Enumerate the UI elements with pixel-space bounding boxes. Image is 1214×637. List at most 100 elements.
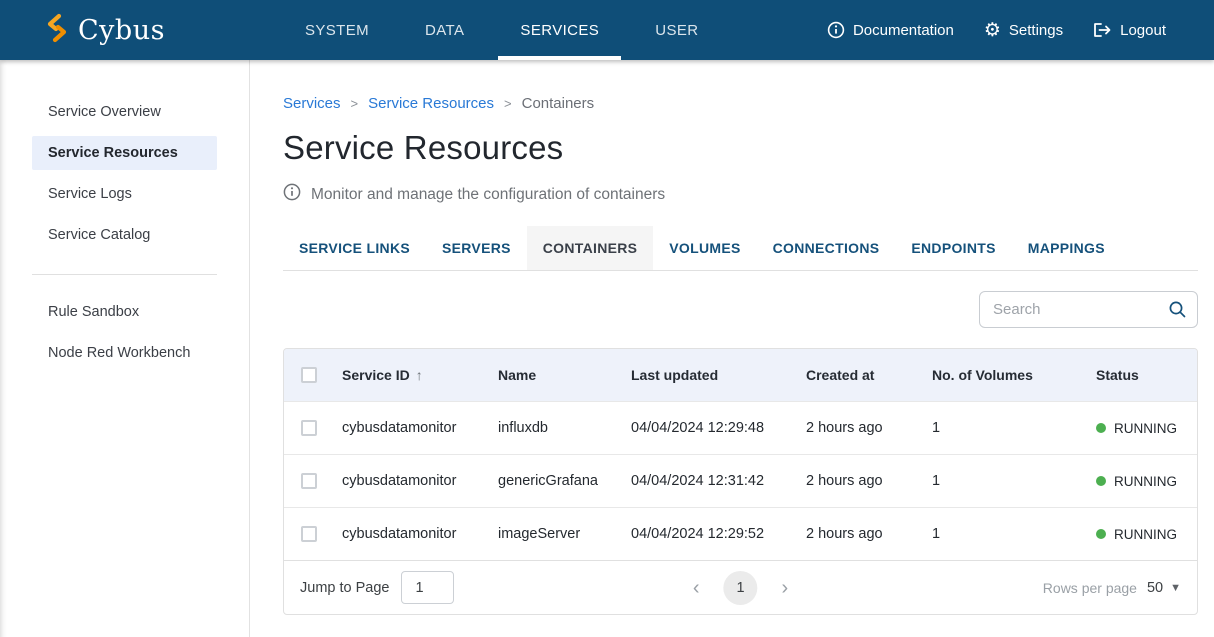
breadcrumb: Services > Service Resources > Container…: [283, 95, 1198, 112]
table-row[interactable]: cybusdatamonitor imageServer 04/04/2024 …: [284, 507, 1197, 560]
cell-last-updated: 04/04/2024 12:31:42: [631, 473, 806, 489]
table-footer: Jump to Page ‹ 1 › Rows per page 50 ▼: [284, 560, 1197, 614]
status-running-dot: [1096, 476, 1106, 486]
status-running-dot: [1096, 529, 1106, 539]
rows-per-page-label: Rows per page: [1043, 580, 1137, 596]
brand-name: Cybus: [78, 15, 165, 46]
cybus-logo-icon: [45, 13, 69, 48]
cell-status: RUNNING: [1096, 527, 1197, 542]
column-header-status[interactable]: Status: [1096, 367, 1197, 383]
column-header-last-updated[interactable]: Last updated: [631, 367, 806, 383]
status-label: RUNNING: [1114, 527, 1177, 542]
table-body: cybusdatamonitor influxdb 04/04/2024 12:…: [284, 401, 1197, 560]
column-header-volumes[interactable]: No. of Volumes: [932, 367, 1096, 383]
status-label: RUNNING: [1114, 421, 1177, 436]
top-navbar: Cybus SYSTEM DATA SERVICES USER Document…: [0, 0, 1214, 60]
breadcrumb-current: Containers: [522, 95, 595, 112]
cell-volumes: 1: [932, 420, 1096, 436]
main-content: Services > Service Resources > Container…: [250, 60, 1214, 637]
documentation-label: Documentation: [853, 22, 954, 39]
breadcrumb-separator: >: [504, 96, 512, 111]
breadcrumb-separator: >: [351, 96, 359, 111]
rows-per-page-group: Rows per page 50 ▼: [1043, 580, 1181, 596]
search-row: [283, 291, 1198, 328]
page-subtitle-row: Monitor and manage the configuration of …: [283, 183, 1198, 206]
tab-volumes[interactable]: VOLUMES: [653, 226, 756, 270]
nav-actions: Documentation ⚙ Settings Logout: [827, 0, 1214, 60]
tab-servers[interactable]: SERVERS: [426, 226, 527, 270]
sidebar-item-rule-sandbox[interactable]: Rule Sandbox: [32, 295, 217, 329]
row-checkbox[interactable]: [301, 526, 317, 542]
nav-item-user[interactable]: USER: [633, 0, 720, 60]
table-row[interactable]: cybusdatamonitor genericGrafana 04/04/20…: [284, 454, 1197, 507]
cell-created-at: 2 hours ago: [806, 473, 932, 489]
documentation-button[interactable]: Documentation: [827, 21, 954, 39]
sidebar: Service Overview Service Resources Servi…: [0, 60, 250, 637]
search-input[interactable]: [979, 291, 1198, 328]
tab-containers[interactable]: CONTAINERS: [527, 226, 654, 270]
cell-status: RUNNING: [1096, 474, 1197, 489]
row-checkbox[interactable]: [301, 473, 317, 489]
nav-item-system[interactable]: SYSTEM: [283, 0, 391, 60]
current-page-button[interactable]: 1: [724, 571, 758, 605]
rows-per-page-value: 50: [1147, 580, 1163, 596]
containers-table: Service ID ↑ Name Last updated Created a…: [283, 348, 1198, 615]
column-header-created-at[interactable]: Created at: [806, 367, 932, 383]
status-running-dot: [1096, 423, 1106, 433]
cell-created-at: 2 hours ago: [806, 420, 932, 436]
page-title: Service Resources: [283, 129, 1198, 167]
search-icon[interactable]: [1168, 300, 1187, 324]
cell-last-updated: 04/04/2024 12:29:48: [631, 420, 806, 436]
sidebar-item-node-red-workbench[interactable]: Node Red Workbench: [32, 336, 217, 370]
tab-service-links[interactable]: SERVICE LINKS: [283, 226, 426, 270]
cell-service-id: cybusdatamonitor: [342, 420, 498, 436]
logout-label: Logout: [1120, 22, 1166, 39]
cell-last-updated: 04/04/2024 12:29:52: [631, 526, 806, 542]
main-nav: SYSTEM DATA SERVICES USER: [283, 0, 721, 60]
cell-service-id: cybusdatamonitor: [342, 473, 498, 489]
table-header-row: Service ID ↑ Name Last updated Created a…: [284, 349, 1197, 401]
tab-connections[interactable]: CONNECTIONS: [757, 226, 896, 270]
cell-volumes: 1: [932, 526, 1096, 542]
next-page-icon[interactable]: ›: [776, 578, 795, 598]
search-box: [979, 291, 1198, 328]
status-label: RUNNING: [1114, 474, 1177, 489]
select-all-checkbox[interactable]: [301, 367, 317, 383]
logout-button[interactable]: Logout: [1093, 21, 1166, 39]
cell-service-id: cybusdatamonitor: [342, 526, 498, 542]
page-subtitle: Monitor and manage the configuration of …: [311, 186, 665, 204]
sidebar-item-service-logs[interactable]: Service Logs: [32, 177, 217, 211]
row-checkbox[interactable]: [301, 420, 317, 436]
cell-name: influxdb: [498, 420, 631, 436]
previous-page-icon[interactable]: ‹: [687, 578, 706, 598]
jump-to-page-label: Jump to Page: [300, 580, 389, 596]
caret-down-icon: ▼: [1170, 582, 1181, 594]
sidebar-item-service-overview[interactable]: Service Overview: [32, 95, 217, 129]
table-row[interactable]: cybusdatamonitor influxdb 04/04/2024 12:…: [284, 401, 1197, 454]
breadcrumb-link-services[interactable]: Services: [283, 95, 341, 112]
cell-volumes: 1: [932, 473, 1096, 489]
jump-to-page-input[interactable]: [401, 571, 454, 604]
breadcrumb-link-service-resources[interactable]: Service Resources: [368, 95, 494, 112]
tab-endpoints[interactable]: ENDPOINTS: [895, 226, 1011, 270]
sidebar-item-service-catalog[interactable]: Service Catalog: [32, 218, 217, 252]
nav-item-data[interactable]: DATA: [403, 0, 486, 60]
nav-item-services[interactable]: SERVICES: [498, 0, 621, 60]
tab-mappings[interactable]: MAPPINGS: [1012, 226, 1121, 270]
gear-icon: ⚙: [984, 21, 1001, 40]
pagination: ‹ 1 ›: [687, 571, 794, 605]
column-header-service-id[interactable]: Service ID: [342, 367, 410, 383]
logout-icon: [1093, 21, 1112, 39]
column-header-name[interactable]: Name: [498, 367, 631, 383]
sort-ascending-icon[interactable]: ↑: [416, 367, 423, 383]
settings-button[interactable]: ⚙ Settings: [984, 21, 1063, 40]
sidebar-item-service-resources[interactable]: Service Resources: [32, 136, 217, 170]
rows-per-page-select[interactable]: 50 ▼: [1147, 580, 1181, 596]
settings-label: Settings: [1009, 22, 1063, 39]
jump-to-page-group: Jump to Page: [300, 571, 454, 604]
cell-status: RUNNING: [1096, 421, 1197, 436]
resource-tabs: SERVICE LINKS SERVERS CONTAINERS VOLUMES…: [283, 226, 1198, 271]
cell-name: imageServer: [498, 526, 631, 542]
cell-created-at: 2 hours ago: [806, 526, 932, 542]
brand-logo[interactable]: Cybus: [0, 0, 165, 60]
